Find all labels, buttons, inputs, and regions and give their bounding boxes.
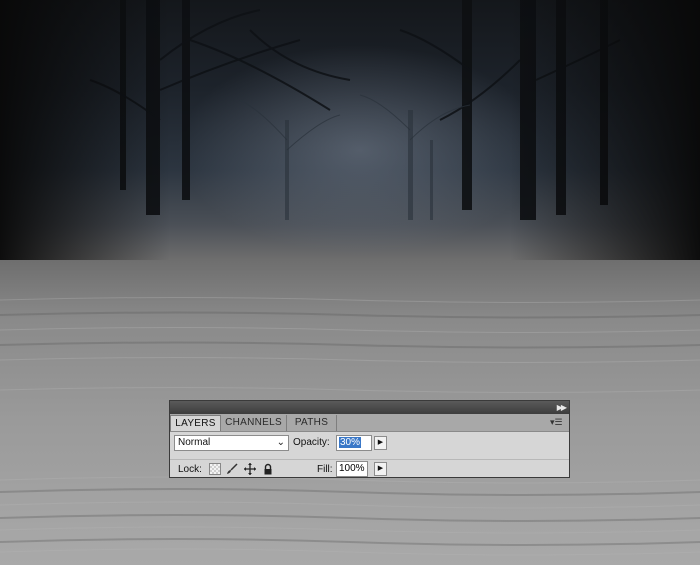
brush-icon[interactable] — [226, 463, 238, 475]
vignette-right — [510, 0, 700, 260]
triangle-right-icon: ▶ — [377, 439, 384, 446]
layers-panel: ▶▶ LAYERS CHANNELS PATHS ▾☰ Normal ⌄ Opa… — [169, 400, 570, 478]
triangle-right-icon: ▶ — [377, 465, 384, 472]
panel-tabbar: LAYERS CHANNELS PATHS ▾☰ — [170, 414, 569, 432]
padlock-icon[interactable] — [262, 463, 274, 475]
lock-label: Lock: — [178, 464, 202, 475]
lock-transparent-icon[interactable] — [209, 463, 221, 475]
panel-menu-icon[interactable]: ▾☰ — [550, 417, 564, 427]
blend-opacity-row: Normal ⌄ Opacity: 30% ▶ — [170, 432, 569, 456]
blend-mode-value: Normal — [178, 437, 211, 448]
blend-mode-select[interactable]: Normal ⌄ — [174, 435, 289, 451]
chevron-down-icon: ⌄ — [276, 437, 285, 448]
fill-label: Fill: — [317, 464, 333, 475]
move-icon[interactable] — [244, 463, 256, 475]
tab-layers[interactable]: LAYERS — [170, 415, 221, 431]
fill-slider-button[interactable]: ▶ — [374, 462, 387, 476]
tab-channels[interactable]: CHANNELS — [221, 415, 287, 431]
opacity-value: 30% — [339, 437, 362, 448]
lock-fill-row: Lock: Fill: 100% ▶ — [170, 459, 569, 478]
opacity-input[interactable]: 30% — [336, 435, 372, 451]
fill-value: 100% — [339, 463, 365, 474]
double-chevron-right-icon[interactable]: ▶▶ — [557, 402, 567, 413]
opacity-label: Opacity: — [293, 437, 330, 448]
fill-input[interactable]: 100% — [336, 461, 368, 477]
tab-paths[interactable]: PATHS — [287, 415, 337, 431]
panel-titlebar[interactable]: ▶▶ — [170, 401, 569, 414]
canvas-image — [0, 0, 700, 565]
opacity-slider-button[interactable]: ▶ — [374, 436, 387, 450]
vignette-left — [0, 0, 170, 260]
